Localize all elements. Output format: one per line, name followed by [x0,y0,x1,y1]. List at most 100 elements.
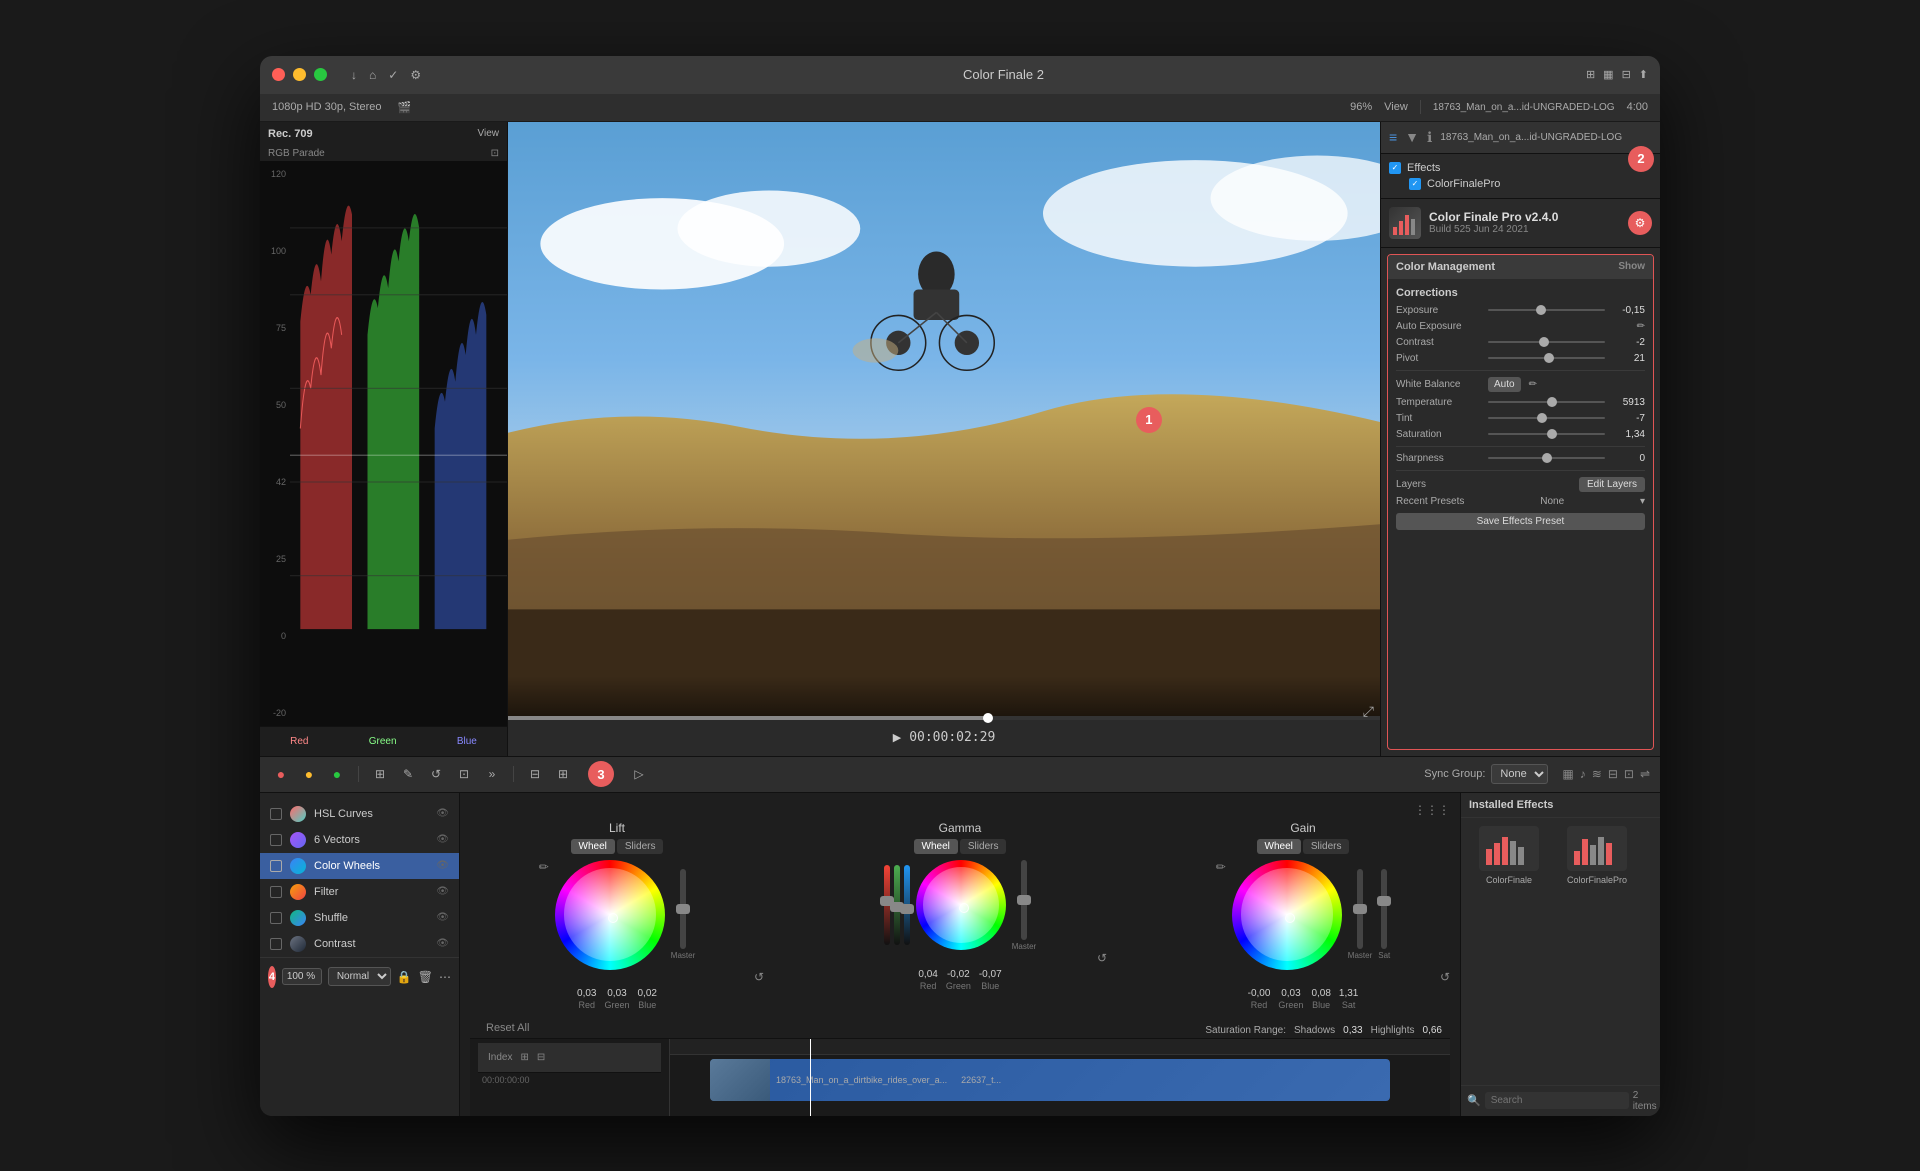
edit-layers-btn[interactable]: Edit Layers [1579,477,1645,492]
filter-eye-icon[interactable]: 👁 [436,886,449,897]
lift-reset-icon[interactable]: ↺ [754,970,764,984]
fullscreen-button[interactable] [314,68,327,81]
gain-sat-thumb[interactable] [1377,896,1391,906]
correction-contrast[interactable]: Contrast 👁 [260,931,459,957]
lift-master-thumb[interactable] [676,904,690,914]
minimize-button[interactable] [293,68,306,81]
wheel-options-icon[interactable]: ⋮⋮⋮ [1414,803,1450,817]
progress-thumb[interactable] [983,713,993,723]
gamma-master-slider[interactable]: Master [1012,860,1036,951]
sync-group-select[interactable]: None [1491,764,1548,784]
contrast-checkbox[interactable] [270,938,282,950]
gamma-color-wheel[interactable] [916,860,1006,950]
timeline-clip[interactable]: 18763_Man_on_a_dirtbike_rides_over_a... … [710,1059,1390,1101]
select-icon[interactable]: ▷ [628,763,650,785]
shuffle-checkbox[interactable] [270,912,282,924]
opacity-input[interactable] [282,968,322,985]
gamma-wheel-tab[interactable]: Wheel [914,839,958,854]
pivot-slider[interactable] [1488,357,1605,359]
tint-slider[interactable] [1488,417,1605,419]
sharpness-slider[interactable] [1488,457,1605,459]
gamma-blue-thumb[interactable] [900,904,914,914]
gain-sat-track[interactable] [1381,869,1387,949]
temperature-slider[interactable] [1488,401,1605,403]
gain-sat-slider[interactable]: Sat [1378,869,1390,960]
wb-pick-icon[interactable]: ✏ [1529,379,1537,390]
gamma-reset-icon[interactable]: ↺ [1097,951,1107,965]
contrast-slider[interactable] [1488,341,1605,343]
show-btn[interactable]: Show [1618,261,1645,272]
gain-color-wheel[interactable] [1232,860,1342,970]
hsl-eye-icon[interactable]: 👁 [436,808,449,819]
progress-bar[interactable] [508,716,1380,720]
gamma-green-track[interactable] [894,865,900,945]
waveform-view-btn[interactable]: View [478,128,500,139]
waveform-icon2[interactable]: ≋ [1592,767,1602,781]
gain-edit-icon[interactable]: ✏ [1216,860,1226,874]
presets-chevron[interactable]: ▾ [1640,496,1645,507]
vectors-eye-icon[interactable]: 👁 [436,834,449,845]
compare-icon[interactable]: ⊡ [1624,767,1634,781]
download-icon[interactable]: ↓ [351,68,357,82]
record-yellow[interactable]: ● [298,763,320,785]
lift-edit-icon[interactable]: ✏ [539,860,549,874]
correction-hsl-curves[interactable]: HSL Curves 👁 [260,801,459,827]
lock-icon[interactable]: 🔒 [397,970,412,984]
save-preset-btn[interactable]: Save Effects Preset [1396,513,1645,530]
filter-checkbox[interactable] [270,886,282,898]
lift-master-slider[interactable]: Master [671,869,695,960]
gain-master-track[interactable] [1357,869,1363,949]
clip-icon[interactable]: ⊞ [369,763,391,785]
layout-icon[interactable]: ▦ [1603,68,1613,81]
lift-color-wheel[interactable] [555,860,665,970]
filter-icon[interactable]: ▼ [1405,129,1419,145]
scope-icon[interactable]: ▦ [1562,767,1573,781]
gain-sliders-tab[interactable]: Sliders [1303,839,1350,854]
contrast-eye-icon[interactable]: 👁 [436,938,449,949]
crop-icon[interactable]: ⊡ [453,763,475,785]
record-green[interactable]: ● [326,763,348,785]
transform-icon[interactable]: ↺ [425,763,447,785]
effect-thumb-colorfinale-pro[interactable]: ColorFinalePro [1557,826,1637,885]
record-red[interactable]: ● [270,763,292,785]
layout2-icon[interactable]: ⊟ [1622,68,1631,81]
gain-wheel-tab[interactable]: Wheel [1257,839,1301,854]
timeline-zoom-icon[interactable]: ⊟ [537,1052,545,1063]
gamma-blue-track[interactable] [904,865,910,945]
close-button[interactable] [272,68,285,81]
edit-icon[interactable]: ✎ [397,763,419,785]
key-icon[interactable]: ⌂ [369,68,376,82]
plugin-gear-btn[interactable]: ⚙ [1628,211,1652,235]
info-icon[interactable]: ℹ [1427,129,1432,146]
correction-shuffle[interactable]: Shuffle 👁 [260,905,459,931]
correction-6-vectors[interactable]: 6 Vectors 👁 [260,827,459,853]
grid-icon2[interactable]: ⊞ [552,763,574,785]
exposure-slider[interactable] [1488,309,1605,311]
lift-wheel-tab[interactable]: Wheel [571,839,615,854]
expand-icon[interactable]: ⤢ [1363,703,1374,720]
auto-exposure-pick-icon[interactable]: ✏ [1637,321,1645,332]
gamma-crosshair[interactable] [959,903,969,913]
more-options-icon[interactable]: ⋯ [439,970,451,984]
effect-thumb-colorfinale[interactable]: ColorFinale [1469,826,1549,885]
search-input[interactable] [1485,1092,1629,1109]
saturation-slider[interactable] [1488,433,1605,435]
zoom-level[interactable]: 96% [1350,101,1372,113]
delete-icon[interactable]: 🗑 [418,970,433,984]
correction-color-wheels[interactable]: Color Wheels 👁 [260,853,459,879]
vectors-checkbox[interactable] [270,834,282,846]
expand2-icon[interactable]: ⇌ [1640,767,1650,781]
share-icon[interactable]: ⬆ [1639,68,1648,81]
gain-crosshair[interactable] [1285,913,1295,923]
gamma-green-slider[interactable] [894,865,900,945]
lift-crosshair[interactable] [608,913,618,923]
auto-wb-btn[interactable]: Auto [1488,377,1521,392]
waveform-capture-icon[interactable]: ⊡ [491,148,499,159]
gain-master-slider[interactable]: Master [1348,869,1372,960]
effects-icon[interactable]: ≡ [1389,129,1397,145]
effects-checkbox[interactable]: ✓ [1389,162,1401,174]
gamma-master-track[interactable] [1021,860,1027,940]
gamma-sliders-tab[interactable]: Sliders [960,839,1007,854]
trim-icon[interactable]: ⊟ [524,763,546,785]
check-icon[interactable]: ✓ [388,68,398,82]
